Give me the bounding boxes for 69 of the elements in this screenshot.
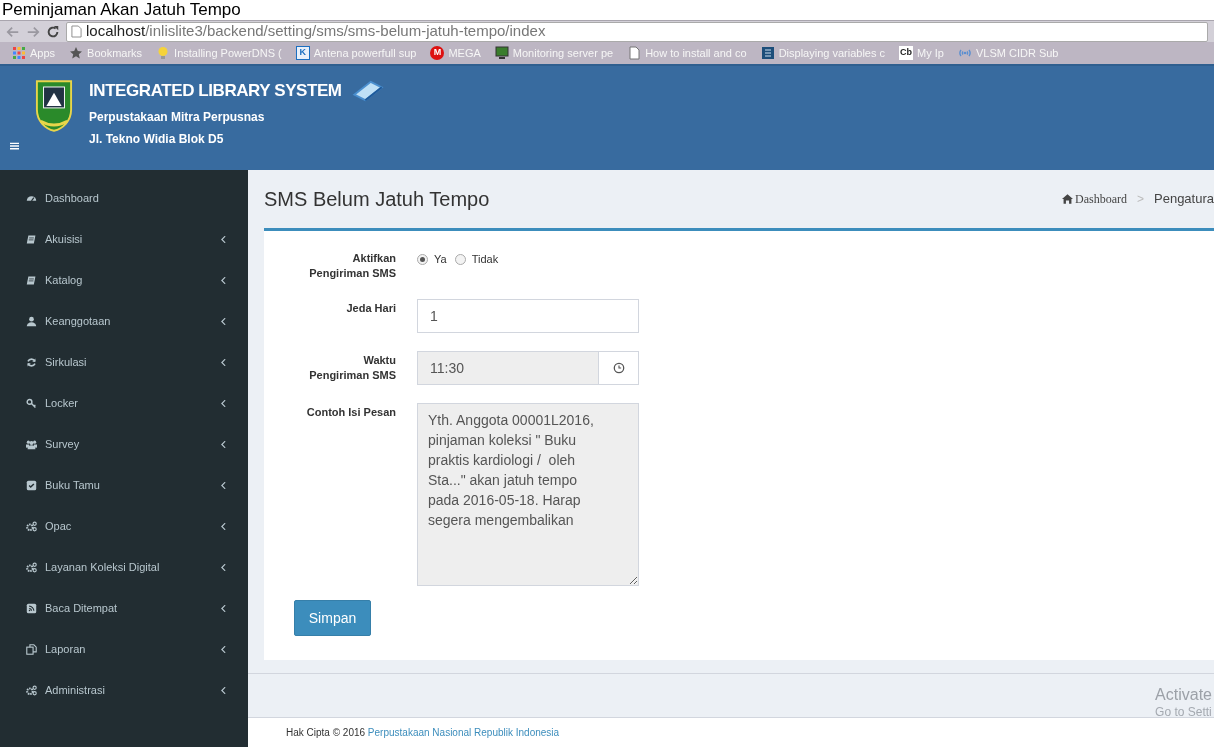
reload-icon bbox=[46, 24, 60, 39]
back-icon bbox=[6, 24, 20, 39]
sidebar-item[interactable]: Layanan Koleksi Digital bbox=[0, 547, 248, 588]
sidebar-item[interactable]: Sirkulasi bbox=[0, 342, 248, 383]
copyright-text: Hak Cipta © 2016 Perpustakaan Nasional Republik Indonesia bbox=[286, 726, 560, 740]
bookmark-favicon: M bbox=[430, 46, 445, 60]
gears-icon bbox=[26, 562, 37, 573]
sidebar-item[interactable]: Opac bbox=[0, 506, 248, 547]
sidebar-item[interactable]: Katalog bbox=[0, 260, 248, 301]
page-icon bbox=[71, 25, 82, 38]
radio-button[interactable] bbox=[417, 253, 428, 265]
user-icon bbox=[26, 316, 37, 327]
gears-icon bbox=[26, 685, 37, 696]
book-icon bbox=[26, 275, 37, 286]
shield-logo-icon bbox=[35, 78, 73, 134]
sidebar-item[interactable]: Locker bbox=[0, 383, 248, 424]
sidebar-item[interactable]: Buku Tamu bbox=[0, 465, 248, 506]
sidebar-item[interactable]: Laporan bbox=[0, 629, 248, 670]
bookmark-favicon: Cb bbox=[899, 46, 913, 60]
apps-icon bbox=[12, 46, 26, 60]
page-icon bbox=[627, 46, 642, 60]
app-title: INTEGRATED LIBRARY SYSTEM bbox=[89, 80, 342, 102]
field-label: Jeda Hari bbox=[345, 301, 396, 316]
star-icon bbox=[69, 46, 84, 60]
radio-label: Tidak bbox=[471, 251, 499, 267]
gears-icon bbox=[26, 521, 37, 532]
clock-icon bbox=[612, 362, 625, 374]
grid-icon bbox=[760, 46, 775, 60]
sidebar-item[interactable]: Baca Ditempat bbox=[0, 588, 248, 629]
sidebar-item[interactable]: Dashboard bbox=[0, 178, 248, 219]
rss-icon bbox=[26, 603, 37, 614]
field-label: Waktu Pengiriman SMS bbox=[308, 353, 396, 383]
field-label: Contoh Isi Pesan bbox=[305, 405, 396, 420]
sidebar-item[interactable]: Akuisisi bbox=[0, 219, 248, 260]
radio-label: Ya bbox=[434, 251, 447, 267]
dashboard-icon bbox=[26, 193, 37, 204]
copy-icon bbox=[26, 644, 37, 655]
library-name: Perpustakaan Mitra Perpusnas bbox=[89, 108, 266, 126]
breadcrumb-separator: > bbox=[1137, 191, 1144, 208]
library-address: Jl. Tekno Widia Blok D5 bbox=[89, 130, 225, 148]
address-bar[interactable]: localhost/inlislite3/backend/setting/sms/sms-belum-jatuh-tempo/index bbox=[66, 21, 1208, 42]
field-label: Aktifkan Pengiriman SMS bbox=[308, 251, 396, 281]
breadcrumb-link[interactable]: Dashboard bbox=[1062, 190, 1127, 208]
page-title: SMS Belum Jatuh Tempo bbox=[264, 187, 490, 212]
menu-icon bbox=[10, 142, 19, 150]
monitor-icon bbox=[494, 46, 509, 60]
forward-icon bbox=[26, 24, 40, 39]
users-icon bbox=[26, 439, 37, 450]
radio-button[interactable] bbox=[454, 253, 466, 265]
page-heading: Peminjaman Akan Jatuh Tempo bbox=[2, 0, 241, 20]
key-icon bbox=[26, 398, 37, 409]
sidebar-item[interactable]: Keanggotaan bbox=[0, 301, 248, 342]
time-input[interactable]: 11:30 bbox=[417, 351, 639, 385]
book-icon bbox=[351, 79, 384, 102]
activation-hint: Go to Setti bbox=[1155, 706, 1212, 718]
footer-link[interactable]: Perpustakaan Nasional Republik Indonesia bbox=[367, 727, 560, 738]
checkbox-icon bbox=[26, 480, 37, 491]
home-icon bbox=[1062, 194, 1073, 204]
bookmark-favicon: K bbox=[295, 46, 310, 60]
sidebar-item[interactable]: Survey bbox=[0, 424, 248, 465]
activation-notice: Activate bbox=[1155, 687, 1212, 703]
message-textarea[interactable]: Yth. Anggota 00001L2016, pinjaman koleksi " Buku praktis kardiologi / oleh Sta..." akan jatuh tempo pada 2016-05-18. Harap segera mengembalikan bbox=[417, 403, 639, 586]
breadcrumb-item: Pengatura bbox=[1154, 190, 1214, 209]
refresh-icon bbox=[26, 357, 37, 368]
sidebar-item[interactable]: Administrasi bbox=[0, 670, 248, 711]
book-icon bbox=[26, 234, 37, 245]
text-input[interactable]: 1 bbox=[417, 299, 639, 333]
url-text: localhost/inlislite3/backend/setting/sms/sms-belum-jatuh-tempo/index bbox=[86, 21, 546, 42]
save-button[interactable]: Simpan bbox=[294, 600, 371, 636]
